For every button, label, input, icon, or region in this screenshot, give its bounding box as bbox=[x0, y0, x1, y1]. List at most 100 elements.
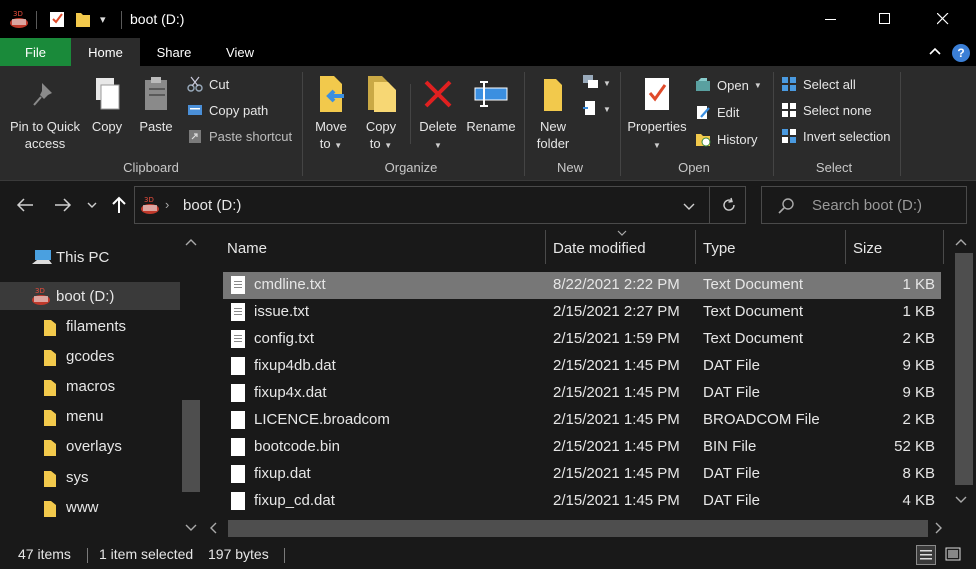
nav-item-gcodes[interactable]: gcodes bbox=[0, 342, 180, 370]
nav-item-macros[interactable]: macros bbox=[0, 372, 180, 400]
details-view-icon bbox=[920, 550, 932, 560]
back-arrow-icon bbox=[16, 198, 33, 212]
file-name: fixup.dat bbox=[254, 465, 311, 482]
nav-item-overlays[interactable]: overlays bbox=[0, 432, 180, 460]
selection-count: 1 item selected bbox=[99, 546, 194, 562]
nav-item-menu[interactable]: menu bbox=[0, 402, 180, 430]
tab-home[interactable]: Home bbox=[71, 38, 140, 66]
nav-scrollbar[interactable] bbox=[180, 230, 202, 540]
customize-quick-access-icon[interactable]: ▾ bbox=[100, 0, 106, 38]
minimize-button[interactable] bbox=[808, 0, 854, 38]
table-row[interactable]: fixup_cd.dat 2/15/2021 1:45 PM DAT File … bbox=[223, 488, 941, 515]
paste-shortcut-button[interactable]: Paste shortcut bbox=[186, 125, 292, 147]
address-history-chevron-icon[interactable] bbox=[683, 200, 695, 214]
copy-path-button[interactable]: Copy path bbox=[186, 99, 268, 121]
back-button[interactable] bbox=[12, 192, 38, 218]
select-all-button[interactable]: Select all bbox=[780, 73, 856, 95]
help-icon[interactable]: ? bbox=[952, 44, 970, 62]
cut-button[interactable]: Cut bbox=[186, 73, 229, 95]
text-file-icon bbox=[231, 303, 245, 321]
maximize-button[interactable] bbox=[862, 0, 908, 38]
nav-label-this-pc: This PC bbox=[56, 248, 110, 266]
address-row: 3D › boot (D:) Search boot (D:) bbox=[0, 182, 976, 228]
move-to-button[interactable]: Move to ▼ bbox=[308, 72, 354, 154]
edit-button[interactable]: Edit bbox=[694, 101, 739, 123]
tab-share[interactable]: Share bbox=[143, 38, 205, 66]
history-button[interactable]: History bbox=[694, 128, 757, 150]
file-size: 1 KB bbox=[902, 303, 935, 320]
delete-button[interactable]: Delete ▼ bbox=[416, 72, 460, 154]
copy-icon bbox=[87, 72, 127, 116]
easy-access-button[interactable]: ▼ bbox=[582, 100, 611, 119]
file-icon bbox=[231, 411, 245, 429]
new-item-button[interactable]: ▼ bbox=[582, 74, 611, 93]
table-row[interactable]: bootcode.bin 2/15/2021 1:45 PM BIN File … bbox=[223, 434, 941, 461]
nav-item-sys[interactable]: sys bbox=[0, 463, 180, 491]
folder-icon bbox=[44, 318, 56, 340]
file-date: 2/15/2021 1:45 PM bbox=[553, 492, 680, 509]
copy-to-button[interactable]: Copy to ▼ bbox=[358, 72, 404, 154]
table-row[interactable]: fixup4db.dat 2/15/2021 1:45 PM DAT File … bbox=[223, 353, 941, 380]
details-view-button[interactable] bbox=[916, 545, 936, 565]
properties-quick-icon[interactable] bbox=[48, 0, 66, 38]
horizontal-scrollbar-thumb[interactable] bbox=[228, 520, 928, 537]
forward-button[interactable] bbox=[50, 192, 76, 218]
group-label-new: New bbox=[556, 160, 583, 175]
properties-button[interactable]: Properties ▼ bbox=[624, 72, 690, 154]
new-folder-quick-icon[interactable] bbox=[75, 0, 91, 38]
copy-button[interactable]: Copy bbox=[86, 72, 128, 135]
nav-label-overlays: overlays bbox=[66, 437, 122, 455]
ribbon-tabs: File Home Share View ? bbox=[0, 38, 976, 66]
file-type: BROADCOM File bbox=[703, 411, 820, 428]
table-row[interactable]: LICENCE.broadcom 2/15/2021 1:45 PM BROAD… bbox=[223, 407, 941, 434]
nav-scrollbar-thumb[interactable] bbox=[182, 400, 200, 492]
nav-item-filaments[interactable]: filaments bbox=[0, 312, 180, 340]
copy-to-label-line1: Copy bbox=[365, 119, 397, 134]
collapse-ribbon-icon[interactable] bbox=[928, 44, 942, 61]
nav-item-this-pc[interactable]: This PC bbox=[0, 243, 180, 271]
recent-locations-button[interactable] bbox=[82, 192, 102, 218]
rename-button[interactable]: Rename bbox=[464, 72, 518, 135]
file-date: 8/22/2021 2:22 PM bbox=[553, 276, 680, 293]
file-name: bootcode.bin bbox=[254, 438, 340, 455]
up-button[interactable] bbox=[106, 192, 132, 218]
scroll-left-icon bbox=[210, 522, 217, 534]
vertical-scrollbar-thumb[interactable] bbox=[955, 253, 973, 485]
breadcrumb-path[interactable]: boot (D:) bbox=[183, 197, 241, 214]
table-row[interactable]: fixup4x.dat 2/15/2021 1:45 PM DAT File 9… bbox=[223, 380, 941, 407]
tab-view[interactable]: View bbox=[210, 38, 270, 66]
open-icon bbox=[694, 76, 712, 94]
large-icons-view-button[interactable] bbox=[944, 545, 964, 565]
table-row[interactable]: issue.txt 2/15/2021 2:27 PM Text Documen… bbox=[223, 299, 941, 326]
table-row[interactable]: fixup.dat 2/15/2021 1:45 PM DAT File 8 K… bbox=[223, 461, 941, 488]
scroll-down-icon bbox=[955, 496, 967, 503]
nav-item-www[interactable]: www bbox=[0, 493, 180, 521]
select-none-button[interactable]: Select none bbox=[780, 99, 872, 121]
cut-label: Cut bbox=[209, 76, 230, 92]
table-row[interactable]: cmdline.txt 8/22/2021 2:22 PM Text Docum… bbox=[223, 272, 941, 299]
status-divider bbox=[87, 548, 88, 563]
tab-file[interactable]: File bbox=[0, 38, 71, 66]
invert-selection-button[interactable]: Invert selection bbox=[780, 125, 890, 147]
nav-item-boot-drive[interactable]: 3D boot (D:) bbox=[0, 282, 180, 310]
drive-icon: 3D bbox=[139, 195, 161, 218]
file-name: fixup_cd.dat bbox=[254, 492, 335, 509]
select-none-label: Select none bbox=[803, 102, 872, 118]
file-date: 2/15/2021 1:59 PM bbox=[553, 330, 680, 347]
new-folder-label-line1: New bbox=[539, 119, 566, 134]
breadcrumb-chevron-icon[interactable]: › bbox=[165, 197, 169, 212]
search-box[interactable]: Search boot (D:) bbox=[761, 186, 967, 224]
nav-label-sys: sys bbox=[66, 468, 89, 486]
refresh-icon[interactable] bbox=[721, 197, 737, 216]
app-drive-icon[interactable]: 3D bbox=[8, 0, 30, 38]
caret-down-icon: ▼ bbox=[334, 141, 343, 150]
address-bar[interactable]: 3D › boot (D:) bbox=[134, 186, 746, 224]
paste-button[interactable]: Paste bbox=[134, 72, 178, 135]
table-row[interactable]: config.txt 2/15/2021 1:59 PM Text Docume… bbox=[223, 326, 941, 353]
new-folder-button[interactable]: New folder bbox=[530, 72, 576, 152]
close-button[interactable] bbox=[920, 0, 966, 38]
scroll-up-icon bbox=[185, 239, 197, 246]
search-input[interactable]: Search boot (D:) bbox=[812, 197, 922, 214]
open-button[interactable]: Open ▼ bbox=[694, 74, 762, 96]
pin-to-quick-access-button[interactable]: Pin to Quick access bbox=[6, 72, 84, 152]
